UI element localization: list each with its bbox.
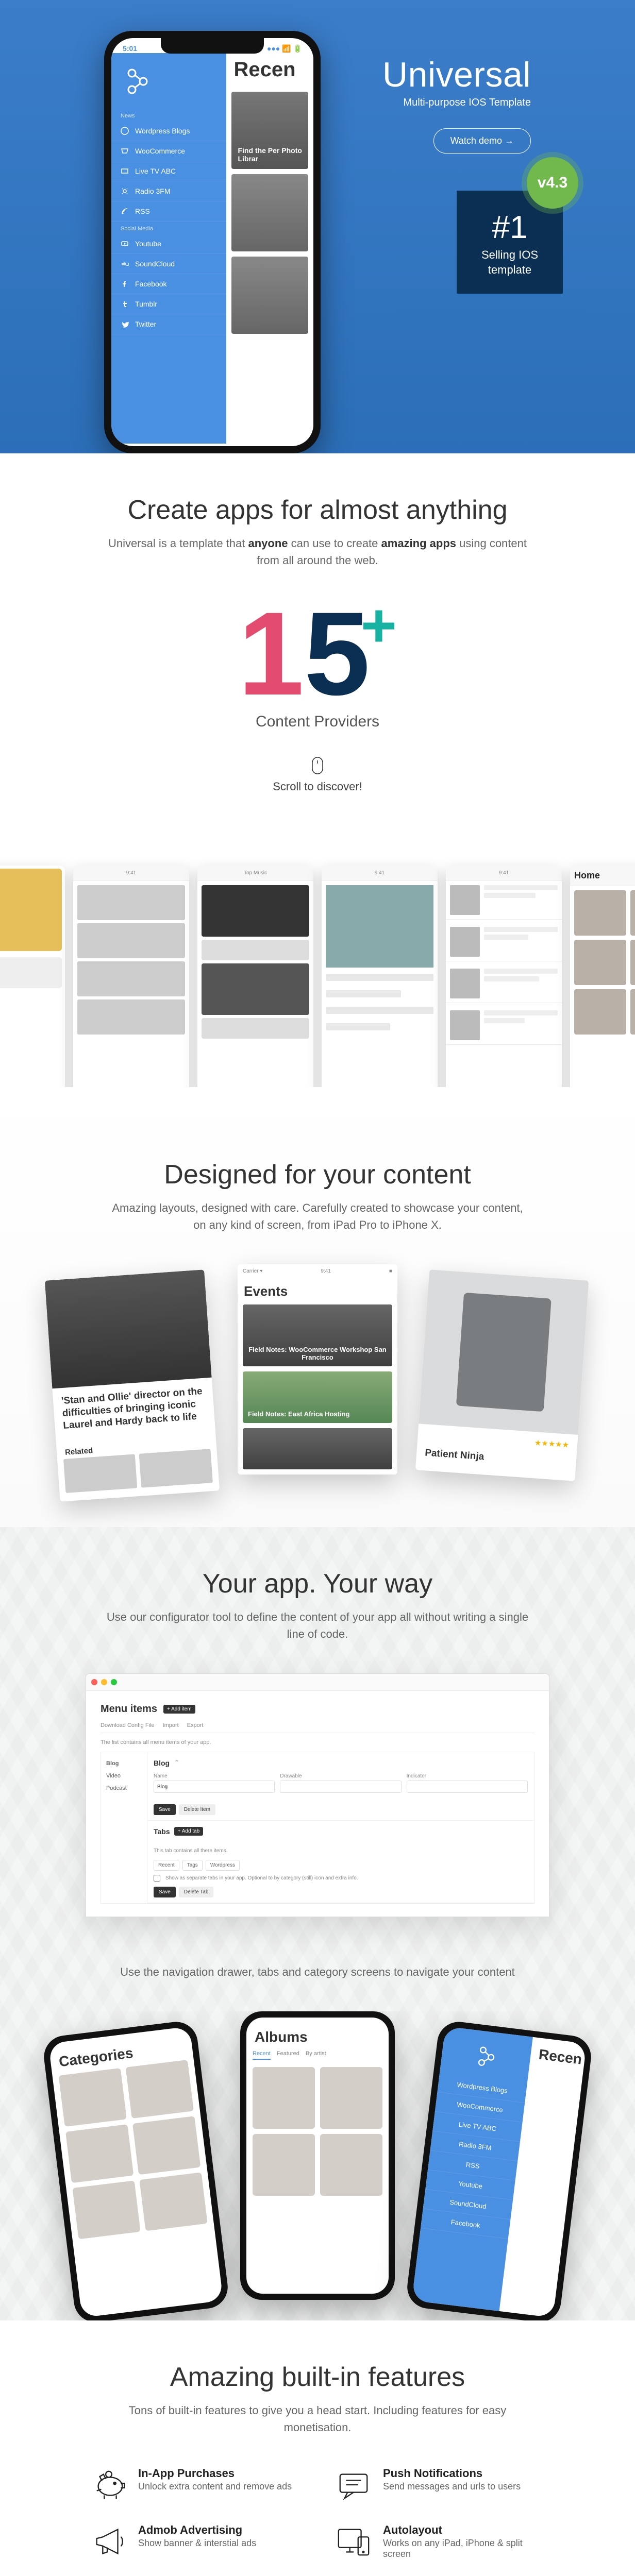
section-description: Amazing layouts, designed with care. Car… [106,1199,529,1233]
config-heading: Menu items [101,1703,157,1715]
nav-phone-drawer: Wordpress Blogs WooCommerce Live TV ABC … [405,2020,593,2320]
sidebar-item-facebook[interactable]: Facebook [111,274,226,294]
feature-iap: In-App PurchasesUnlock extra content and… [91,2467,299,2503]
sidebar-item-woocommerce[interactable]: WooCommerce [111,141,226,161]
screens-showcase: Beautiful 9:41 Top Music 9:41 9:41 Home [0,850,635,1087]
hero-phone-mockup: 5:01 ●●● 📶 🔋 News Wordpress Blogs WooComm… [104,31,321,453]
sidebar-item-youtube[interactable]: Youtube [111,234,226,254]
add-tab-button[interactable]: + Add tab [174,1827,204,1836]
mini-screenshot: Top Music [197,866,313,1087]
sidebar-item-soundcloud[interactable]: SoundCloud [111,254,226,274]
version-badge: v4.3 [527,157,578,209]
section-title: Designed for your content [21,1159,614,1190]
delete-tab-button[interactable]: Delete Tab [179,1887,214,1897]
phone-main-pane: Recen Find the Per Photo Librar [226,53,313,444]
section-description: Tons of built-in features to give you a … [106,2402,529,2436]
sidebar-item-wordpress[interactable]: Wordpress Blogs [111,121,226,141]
delete-button[interactable]: Delete Item [179,1804,215,1815]
field-name[interactable] [154,1781,275,1793]
feature-push: Push NotificationsSend messages and urls… [336,2467,544,2503]
content-providers-section: Create apps for almost anything Universa… [0,453,635,850]
hero-title: Universal [382,55,531,95]
features-section: Amazing built-in features Tons of built-… [0,2320,635,2576]
side-item[interactable]: Video [106,1770,142,1782]
section-description: Universal is a template that anyone can … [106,535,529,569]
phone-content-card[interactable] [231,174,308,251]
save-button[interactable]: Save [154,1804,176,1815]
hero-section: 5:01 ●●● 📶 🔋 News Wordpress Blogs WooComm… [0,0,635,453]
show-tabs-checkbox[interactable] [154,1875,160,1882]
feature-admob: Admob AdvertisingShow banner & interstia… [91,2523,299,2560]
side-item[interactable]: Blog [106,1757,142,1770]
mini-screenshot: Home [570,866,635,1087]
phone-content-card[interactable]: Find the Per Photo Librar [231,92,308,169]
piggybank-icon [91,2467,127,2503]
maximize-icon[interactable] [111,1679,117,1685]
megaphone-icon [91,2523,127,2560]
chat-icon [336,2467,372,2503]
sidebar-item-twitter[interactable]: Twitter [111,314,226,334]
mini-screenshot: 9:41 [73,866,189,1087]
field-indicator[interactable] [407,1781,528,1793]
rank-number: #1 [481,209,538,246]
feature-autolayout: AutolayoutWorks on any iPad, iPhone & sp… [336,2523,544,2560]
close-icon[interactable] [91,1679,97,1685]
save-button[interactable]: Save [154,1887,176,1897]
sidebar-item-rss[interactable]: RSS [111,201,226,222]
configurator-section: Your app. Your way Use our configurator … [0,1527,635,2320]
content-provider-label: Content Providers [21,713,614,731]
sidebar-item-tumblr[interactable]: Tumblr [111,294,226,314]
mini-screenshot: Beautiful [0,866,65,1087]
scroll-hint: Scroll to discover! [21,756,614,793]
content-provider-count: 15+ [21,595,614,713]
mini-screenshot: 9:41 [446,866,562,1087]
battery-icon: ●●● 📶 🔋 [267,44,302,53]
phone-content-card[interactable] [231,257,308,334]
section-description: Use our configurator tool to define the … [106,1608,529,1642]
sidebar-section-news: News [111,109,226,121]
section-title: Amazing built-in features [21,2362,614,2393]
layout-screenshot: 'Stan and Ollie' director on the difficu… [45,1269,220,1502]
phone-sidebar: News Wordpress Blogs WooCommerce Live TV… [111,53,226,444]
mouse-icon [308,756,327,775]
nav-phone-albums: Albums RecentFeaturedBy artist [240,2011,395,2300]
phone-time: 5:01 [123,44,137,53]
mini-screenshot: 9:41 [322,866,438,1087]
section-title: Your app. Your way [21,1568,614,1599]
tab-download[interactable]: Download Config File [101,1722,155,1728]
window-titlebar [86,1674,549,1691]
devices-icon [336,2523,372,2560]
sidebar-section-social: Social Media [111,222,226,234]
nav-phone-categories: Categories [42,2020,230,2320]
section-title: Create apps for almost anything [21,495,614,526]
config-window: Menu items + Add item Download Config Fil… [86,1673,549,1917]
app-logo-icon [111,58,226,109]
minimize-icon[interactable] [101,1679,107,1685]
hero-subtitle: Multi-purpose IOS Template [382,97,531,109]
layout-screenshot: ★★★★★ Patient Ninja [415,1269,589,1481]
watch-demo-button[interactable]: Watch demo → [433,128,531,154]
layout-screenshot: Carrier ▾9:41■ Events Field Notes: WooCo… [238,1264,397,1475]
sidebar-item-livetv[interactable]: Live TV ABC [111,161,226,181]
tab-export[interactable]: Export [187,1722,204,1728]
navigate-description: Use the navigation drawer, tabs and cate… [106,1963,529,1980]
tab-import[interactable]: Import [163,1722,179,1728]
side-item[interactable]: Podcast [106,1782,142,1794]
designed-section: Designed for your content Amazing layout… [0,1087,635,1527]
sidebar-item-radio[interactable]: Radio 3FM [111,181,226,201]
field-drawable[interactable] [280,1781,401,1793]
phone-main-title: Recen [226,53,313,87]
add-item-button[interactable]: + Add item [163,1705,195,1714]
